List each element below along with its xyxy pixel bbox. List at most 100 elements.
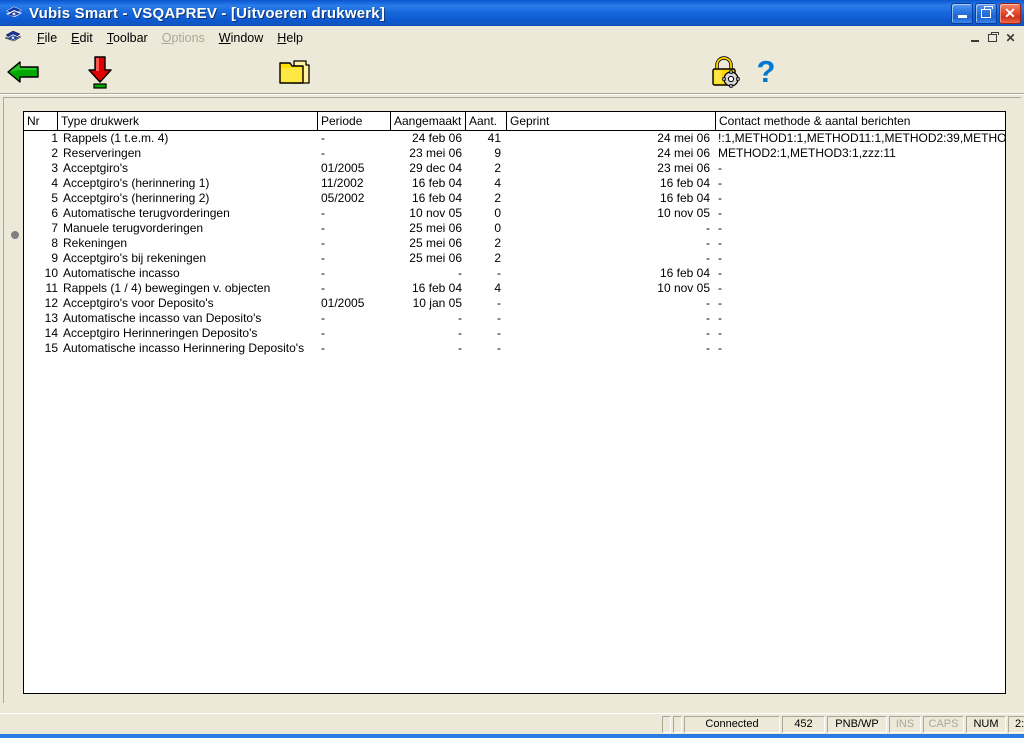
column-header-aangemaakt[interactable]: Aangemaakt xyxy=(391,112,466,130)
drukwerk-table[interactable]: Nr Type drukwerk Periode Aangemaakt Aant. Gep… xyxy=(23,111,1006,694)
cell-aangemaakt: 16 feb 04 xyxy=(411,176,462,190)
table-row[interactable]: 2 Reserveringen - 23 mei 06 9 24 mei 06 METHOD… xyxy=(24,146,1005,161)
cell-type: Automatische incasso Herinnering Deposit… xyxy=(63,341,305,355)
close-button[interactable]: ✕ xyxy=(999,2,1021,24)
back-arrow-icon xyxy=(7,61,39,83)
restore-button[interactable] xyxy=(975,2,997,24)
cell-periode: - xyxy=(321,131,325,145)
cell-aangemaakt: 10 jan 05 xyxy=(412,296,462,310)
cell-geprint: 24 mei 06 xyxy=(657,146,710,160)
cell-type: Acceptgiro's xyxy=(63,161,128,175)
cell-aant: - xyxy=(497,326,501,340)
cell-geprint: - xyxy=(706,236,710,250)
cell-periode: 01/2005 xyxy=(321,296,365,310)
cell-geprint: - xyxy=(706,296,710,310)
cell-contact: - xyxy=(718,206,722,220)
minimize-button[interactable] xyxy=(951,2,973,24)
table-row[interactable]: 3 Acceptgiro's 01/2005 29 dec 04 2 23 mei 06- xyxy=(24,161,1005,176)
cell-geprint: 10 nov 05 xyxy=(657,281,710,295)
cell-type: Automatische incasso xyxy=(63,266,180,280)
cell-aant: 0 xyxy=(494,221,501,235)
table-row[interactable]: 9 Acceptgiro's bij rekeningen - 25 mei 06 2 -… xyxy=(24,251,1005,266)
cell-aant: 4 xyxy=(494,281,501,295)
mdi-child-window: Nr Type drukwerk Periode Aangemaakt Aant. Gep… xyxy=(3,97,1021,703)
table-row[interactable]: 1 Rappels (1 t.e.m. 4) - 24 feb 06 41 24 mei … xyxy=(24,131,1005,146)
cell-aant: 41 xyxy=(487,131,501,145)
cell-contact: - xyxy=(718,281,722,295)
mdi-close-button[interactable]: ✕ xyxy=(1003,31,1018,46)
cell-aangemaakt: - xyxy=(458,326,462,340)
menu-item-toolbar[interactable]: Toolbar xyxy=(100,29,155,47)
lock-settings-button[interactable] xyxy=(707,55,743,89)
cell-contact: METHOD2:1,METHOD3:1,zzz:11 xyxy=(718,146,896,160)
open-folder-button[interactable] xyxy=(276,55,312,89)
table-row[interactable]: 14 Acceptgiro Herinneringen Deposito's - - -… xyxy=(24,326,1005,341)
cell-contact: - xyxy=(718,176,722,190)
current-row-marker xyxy=(11,231,19,239)
table-row[interactable]: 8 Rekeningen -25 mei 06 2- - xyxy=(24,236,1005,251)
lock-gear-icon xyxy=(712,56,740,88)
cell-geprint: - xyxy=(706,341,710,355)
svg-text:?: ? xyxy=(757,55,776,89)
cell-type: Manuele terugvorderingen xyxy=(63,221,204,235)
column-header-type[interactable]: Type drukwerk xyxy=(58,112,318,130)
cell-nr: 4 xyxy=(51,176,58,190)
cell-aant: - xyxy=(497,296,501,310)
cell-type: Acceptgiro's (herinnering 2) xyxy=(63,191,210,205)
menu-item-help[interactable]: Help xyxy=(270,29,310,47)
column-header-contact[interactable]: Contact methode & aantal berichten xyxy=(716,112,1005,130)
cell-type: Acceptgiro Herinneringen Deposito's xyxy=(63,326,258,340)
cell-geprint: 23 mei 06 xyxy=(657,161,710,175)
close-icon: ✕ xyxy=(1005,31,1016,45)
cell-contact: - xyxy=(718,161,722,175)
table-row[interactable]: 7 Manuele terugvorderingen -25 mei 06 0- - xyxy=(24,221,1005,236)
cell-aangemaakt: 24 feb 06 xyxy=(411,131,462,145)
status-profile: PNB/WP xyxy=(827,715,887,733)
menu-bar: File Edit Toolbar Options Window Help ✕ xyxy=(0,26,1024,50)
cell-nr: 6 xyxy=(51,206,58,220)
table-row[interactable]: 15 Automatische incasso Herinnering Depos… xyxy=(24,341,1005,356)
column-header-periode[interactable]: Periode xyxy=(318,112,391,130)
client-area: Nr Type drukwerk Periode Aangemaakt Aant. Gep… xyxy=(0,95,1024,711)
cell-aangemaakt: 16 feb 04 xyxy=(411,281,462,295)
status-pane-spacer-1 xyxy=(662,715,671,733)
table-row[interactable]: 5 Acceptgiro's (herinnering 2) 05/2002 16 f… xyxy=(24,191,1005,206)
cell-nr: 15 xyxy=(44,341,58,355)
table-row[interactable]: 13 Automatische incasso van Deposito's - - -… xyxy=(24,311,1005,326)
cell-aant: - xyxy=(497,266,501,280)
table-row[interactable]: 11 Rappels (1 / 4) bewegingen v. objecten… xyxy=(24,281,1005,296)
cell-nr: 3 xyxy=(51,161,58,175)
cell-nr: 8 xyxy=(51,236,58,250)
status-num: NUM xyxy=(966,715,1006,733)
cell-aant: 2 xyxy=(494,191,501,205)
cell-periode: - xyxy=(321,326,325,340)
bookstack-icon xyxy=(6,6,22,17)
menu-item-edit[interactable]: Edit xyxy=(64,29,100,47)
menu-item-file[interactable]: File xyxy=(30,29,64,47)
column-header-nr[interactable]: Nr xyxy=(24,112,58,130)
bookstack-icon xyxy=(4,30,22,42)
column-header-geprint[interactable]: Geprint xyxy=(507,112,716,130)
mdi-app-icon[interactable] xyxy=(4,29,24,47)
cell-type: Reserveringen xyxy=(63,146,142,160)
cell-nr: 1 xyxy=(51,131,58,145)
mdi-minimize-button[interactable] xyxy=(967,31,982,46)
table-row[interactable]: 6 Automatische terugvorderingen -10 nov 05… xyxy=(24,206,1005,221)
cell-aangemaakt: 23 mei 06 xyxy=(409,146,462,160)
cell-geprint: 16 feb 04 xyxy=(659,266,710,280)
mdi-restore-button[interactable] xyxy=(985,31,1000,46)
status-connection: Connected xyxy=(684,715,780,733)
cell-geprint: 16 feb 04 xyxy=(659,176,710,190)
cell-contact: - xyxy=(718,191,722,205)
table-row[interactable]: 12 Acceptgiro's voor Deposito's 01/2005 10 … xyxy=(24,296,1005,311)
menu-item-window[interactable]: Window xyxy=(212,29,270,47)
back-arrow-button[interactable] xyxy=(5,55,41,89)
download-button[interactable] xyxy=(82,55,118,89)
table-row[interactable]: 4 Acceptgiro's (herinnering 1) 11/2002 16 f… xyxy=(24,176,1005,191)
help-button[interactable]: ? xyxy=(748,54,784,89)
column-header-aant[interactable]: Aant. xyxy=(466,112,507,130)
cell-periode: - xyxy=(321,311,325,325)
table-row[interactable]: 10 Automatische incasso - - -16 feb 04- xyxy=(24,266,1005,281)
cell-nr: 5 xyxy=(51,191,58,205)
cell-periode: - xyxy=(321,206,325,220)
